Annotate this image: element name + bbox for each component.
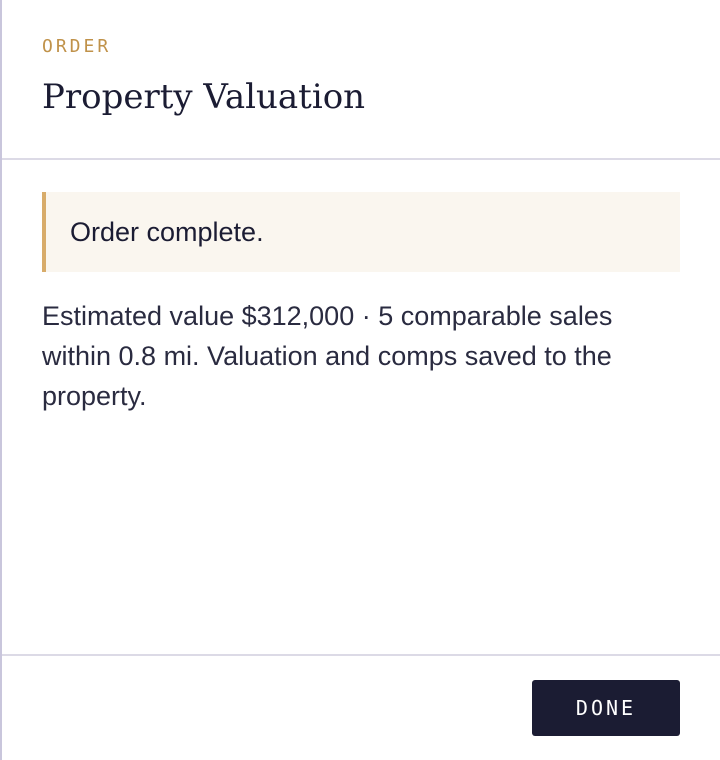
status-notice-text: Order complete. (70, 216, 264, 247)
valuation-summary: Estimated value $312,000 · 5 comparable … (42, 301, 613, 411)
page-title: Property Valuation (42, 77, 366, 117)
panel-header: ORDER Property Valuation (2, 0, 720, 160)
panel-footer: DONE (2, 656, 720, 760)
panel-body: Order complete. Estimated value $312,000… (2, 160, 720, 656)
order-panel: ORDER Property Valuation Order complete.… (0, 0, 720, 760)
done-button[interactable]: DONE (532, 680, 680, 736)
status-notice: Order complete. (42, 192, 680, 272)
section-eyebrow: ORDER (42, 36, 112, 57)
